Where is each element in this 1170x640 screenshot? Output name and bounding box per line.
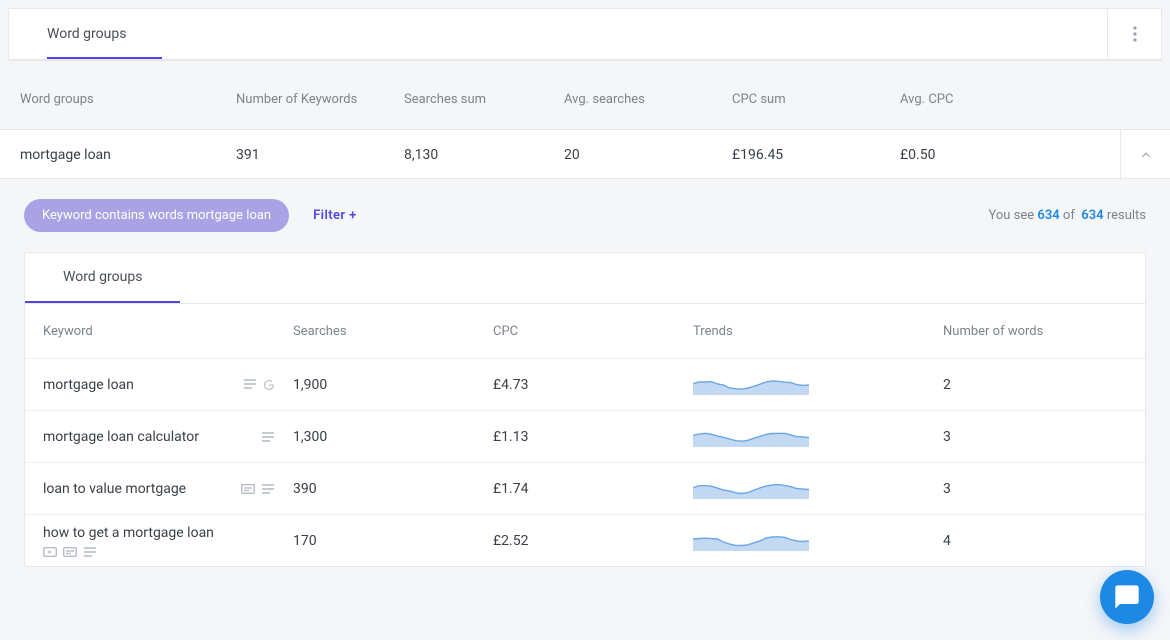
card-menu-button[interactable] — [1107, 9, 1161, 59]
keyword-text: loan to value mortgage — [43, 481, 186, 497]
tab-word-groups[interactable]: Word groups — [9, 9, 1107, 59]
keyword-icons — [43, 547, 293, 557]
col-keywords: Number of Keywords — [236, 92, 404, 107]
tab-label: Word groups — [47, 10, 126, 58]
col-num-words: Number of words — [943, 324, 1083, 339]
keyword-table-header: Keyword Searches CPC Trends Number of wo… — [25, 304, 1145, 358]
cell-cpc-sum: £196.45 — [732, 147, 900, 163]
col-cpc-sum: CPC sum — [732, 92, 900, 107]
cell-num-words: 3 — [943, 429, 1083, 445]
chat-icon — [1113, 583, 1141, 611]
cell-num-words: 3 — [943, 481, 1083, 497]
keyword-icons — [261, 432, 293, 442]
cell-trends — [693, 527, 943, 555]
cell-group: mortgage loan — [20, 147, 236, 163]
cell-keyword: loan to value mortgage — [43, 481, 293, 497]
cell-num-words: 2 — [943, 377, 1083, 393]
trend-sparkline-icon — [693, 539, 809, 555]
keyword-text: mortgage loan calculator — [43, 429, 199, 445]
cell-cpc: £2.52 — [493, 533, 693, 549]
cell-keywords: 391 — [236, 147, 404, 163]
add-filter-button[interactable]: Filter + — [313, 208, 357, 223]
trend-sparkline-icon — [693, 383, 809, 399]
summary-header: Word groups Number of Keywords Searches … — [0, 69, 1170, 129]
col-keyword: Keyword — [43, 324, 293, 339]
google-icon[interactable] — [263, 379, 275, 391]
card-icon[interactable] — [241, 484, 255, 494]
chevron-up-icon — [1139, 148, 1153, 162]
table-row[interactable]: mortgage loan 1,900£4.73 2 — [25, 358, 1145, 410]
cell-searches-sum: 8,130 — [404, 147, 564, 163]
col-trends: Trends — [693, 324, 943, 339]
keyword-icons — [243, 379, 293, 391]
table-row[interactable]: mortgage loan calculator 1,300£1.13 3 — [25, 410, 1145, 462]
cell-avg-searches: 20 — [564, 147, 732, 163]
keyword-text: mortgage loan — [43, 377, 134, 393]
cell-trends — [693, 423, 943, 451]
col-avg-searches: Avg. searches — [564, 92, 732, 107]
keyword-icons — [241, 484, 293, 494]
cell-num-words: 4 — [943, 533, 1083, 549]
cell-cpc: £1.13 — [493, 429, 693, 445]
trend-sparkline-icon — [693, 487, 809, 503]
cell-avg-cpc: £0.50 — [900, 147, 1060, 163]
cell-keyword: mortgage loan — [43, 377, 293, 393]
col-cpc: CPC — [493, 324, 693, 339]
card-icon[interactable] — [63, 547, 77, 557]
filter-bar: Keyword contains words mortgage loan Fil… — [0, 179, 1170, 252]
video-icon[interactable] — [43, 547, 57, 557]
table-row[interactable]: how to get a mortgage loan 170£2.52 4 — [25, 514, 1145, 566]
col-group: Word groups — [20, 92, 236, 107]
serp-icon[interactable] — [261, 484, 275, 494]
serp-icon[interactable] — [261, 432, 275, 442]
col-searches: Searches — [293, 324, 493, 339]
cell-keyword: mortgage loan calculator — [43, 429, 293, 445]
serp-icon[interactable] — [243, 379, 257, 391]
trend-sparkline-icon — [693, 435, 809, 451]
word-groups-card: Word groups — [8, 8, 1162, 61]
cell-searches: 1,900 — [293, 377, 493, 393]
cell-trends — [693, 475, 943, 503]
results-count: You see 634 of 634 results — [988, 208, 1146, 223]
cell-cpc: £1.74 — [493, 481, 693, 497]
cell-cpc: £4.73 — [493, 377, 693, 393]
collapse-button[interactable] — [1120, 130, 1170, 180]
card-header: Word groups — [9, 9, 1161, 60]
summary-row[interactable]: mortgage loan 391 8,130 20 £196.45 £0.50 — [0, 129, 1170, 179]
cell-keyword: how to get a mortgage loan — [43, 525, 293, 557]
table-row[interactable]: loan to value mortgage 390£1.74 3 — [25, 462, 1145, 514]
serp-icon[interactable] — [83, 547, 97, 557]
cell-searches: 390 — [293, 481, 493, 497]
keyword-table-card: Word groups Keyword Searches CPC Trends … — [24, 252, 1146, 567]
chat-support-button[interactable] — [1100, 570, 1154, 624]
kebab-menu-icon — [1133, 26, 1137, 42]
filter-chip-keyword-contains[interactable]: Keyword contains words mortgage loan — [24, 199, 289, 232]
cell-trends — [693, 371, 943, 399]
cell-searches: 170 — [293, 533, 493, 549]
keyword-text: how to get a mortgage loan — [43, 525, 214, 541]
cell-searches: 1,300 — [293, 429, 493, 445]
col-searches-sum: Searches sum — [404, 92, 564, 107]
inner-tab-word-groups[interactable]: Word groups — [25, 253, 180, 303]
inner-tabs: Word groups — [25, 253, 1145, 304]
col-avg-cpc: Avg. CPC — [900, 92, 1060, 107]
